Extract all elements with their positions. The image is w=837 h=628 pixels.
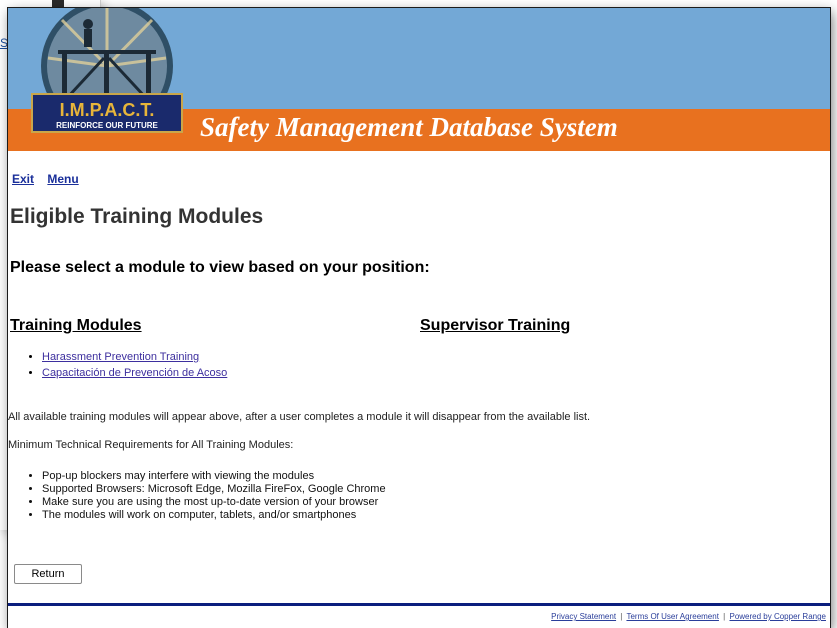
availability-note: All available training modules will appe… [8,411,591,423]
powered-by-link[interactable]: Powered by Copper Range [729,612,826,621]
training-module-list: Harassment Prevention Training Capacitac… [24,349,227,381]
module-link-capacitacion-acoso[interactable]: Capacitación de Prevención de Acoso [42,367,227,379]
exit-link[interactable]: Exit [12,172,34,186]
page-title: Eligible Training Modules [10,205,264,228]
background-link[interactable]: S [0,36,8,50]
list-item: Supported Browsers: Microsoft Edge, Mozi… [42,483,386,496]
supervisor-training-heading: Supervisor Training [420,317,571,334]
system-title: Safety Management Database System [200,112,618,142]
terms-of-use-link[interactable]: Terms Of User Agreement [626,612,718,621]
footer-separator: | [723,612,726,621]
requirements-list: Pop-up blockers may interfere with viewi… [24,470,386,522]
top-nav: Exit Menu [12,172,89,186]
list-item: Pop-up blockers may interfere with viewi… [42,470,386,483]
requirements-heading: Minimum Technical Requirements for All T… [8,439,294,451]
logo-tagline: REINFORCE OUR FUTURE [56,121,158,130]
impact-logo: I.M.P.A.C.T. REINFORCE OUR FUTURE [31,8,183,133]
logo-text: I.M.P.A.C.T. [60,100,155,120]
list-item: Capacitación de Prevención de Acoso [42,365,227,381]
list-item: Harassment Prevention Training [42,349,227,365]
list-item: Make sure you are using the most up-to-d… [42,496,386,509]
training-modules-heading: Training Modules [10,317,142,334]
module-link-harassment-prevention[interactable]: Harassment Prevention Training [42,351,199,363]
footer-links: Privacy Statement | Terms Of User Agreem… [551,612,826,621]
return-button[interactable]: Return [14,564,82,584]
menu-link[interactable]: Menu [47,172,78,186]
footer-separator: | [620,612,623,621]
footer-divider [8,603,830,606]
privacy-statement-link[interactable]: Privacy Statement [551,612,616,621]
list-item: The modules will work on computer, table… [42,509,386,522]
page-subtitle: Please select a module to view based on … [10,259,430,276]
browser-window: I.M.P.A.C.T. REINFORCE OUR FUTURE Safety… [8,8,830,628]
